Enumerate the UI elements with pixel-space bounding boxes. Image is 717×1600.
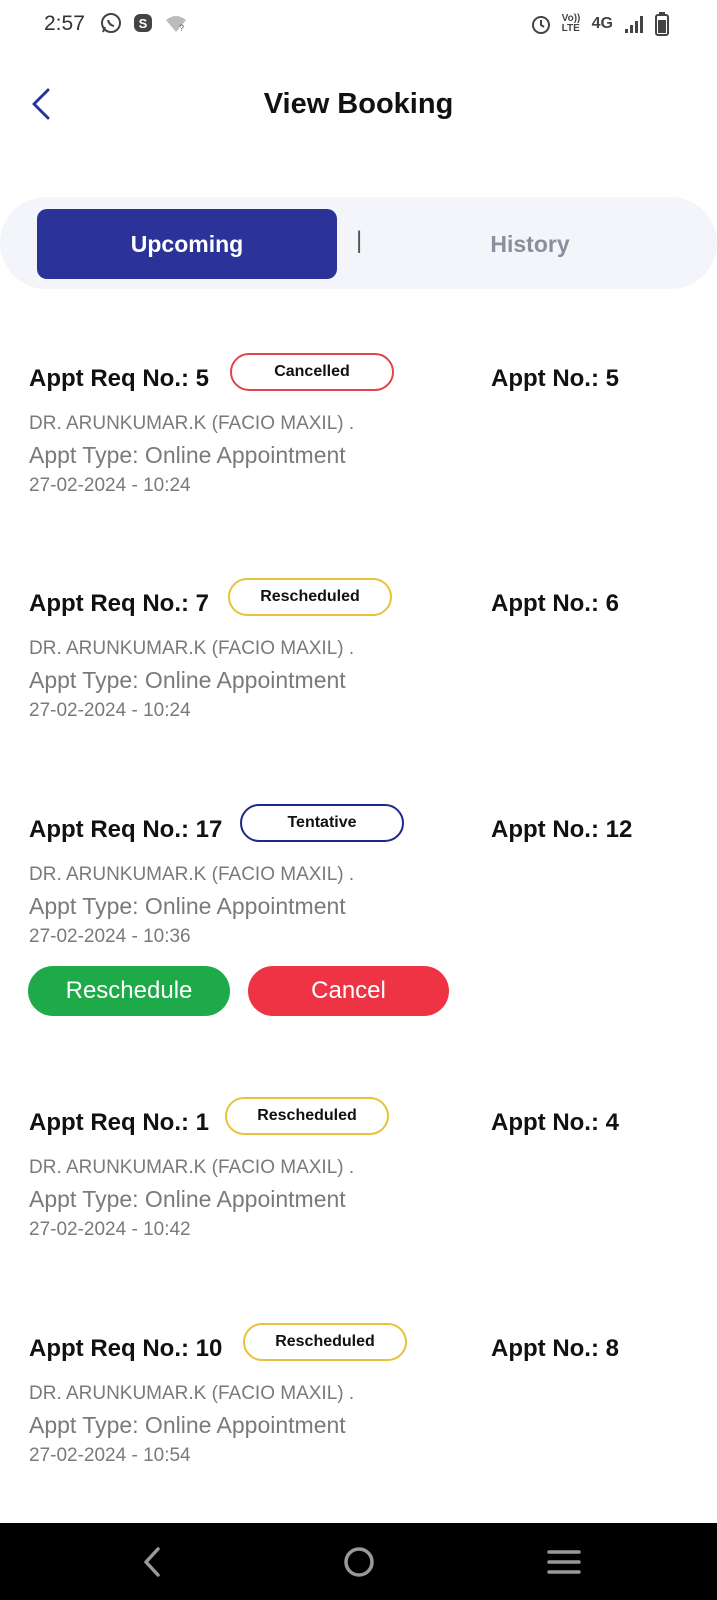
doctor-name: DR. ARUNKUMAR.K (FACIO MAXIL) . — [29, 1157, 355, 1178]
svg-text:?: ? — [179, 23, 184, 33]
appt-no: Appt No.: 6 — [491, 590, 619, 617]
status-badge: Rescheduled — [228, 578, 392, 616]
battery-icon — [655, 12, 669, 36]
status-time: 2:57 — [44, 12, 85, 35]
doctor-name: DR. ARUNKUMAR.K (FACIO MAXIL) . — [29, 1383, 355, 1404]
doctor-name: DR. ARUNKUMAR.K (FACIO MAXIL) . — [29, 413, 355, 434]
cancel-button[interactable]: Cancel — [248, 966, 449, 1016]
nav-back-icon[interactable] — [130, 1539, 176, 1585]
nav-menu-icon[interactable] — [541, 1539, 587, 1585]
status-badge: Tentative — [240, 804, 404, 842]
status-badge: Rescheduled — [225, 1097, 389, 1135]
appt-datetime: 27-02-2024 - 10:42 — [29, 1219, 191, 1240]
appt-type: Appt Type: Online Appointment — [29, 667, 346, 693]
appt-type: Appt Type: Online Appointment — [29, 1186, 346, 1212]
tab-upcoming[interactable]: Upcoming — [37, 209, 337, 279]
whatsapp-icon — [101, 13, 121, 33]
skype-icon: S — [134, 14, 152, 32]
wifi-icon: ? — [166, 16, 186, 33]
appt-type: Appt Type: Online Appointment — [29, 893, 346, 919]
network-label: 4G — [591, 15, 613, 32]
appt-datetime: 27-02-2024 - 10:54 — [29, 1445, 191, 1466]
appt-req-no: Appt Req No.: 10 — [29, 1335, 223, 1362]
signal-icon — [625, 16, 643, 33]
doctor-name: DR. ARUNKUMAR.K (FACIO MAXIL) . — [29, 864, 355, 885]
appt-no: Appt No.: 8 — [491, 1335, 619, 1362]
appt-req-no: Appt Req No.: 5 — [29, 365, 209, 392]
page-title: View Booking — [263, 88, 454, 120]
volte-label: Vo)) LTE — [561, 13, 581, 34]
tab-divider: | — [356, 227, 363, 254]
appt-datetime: 27-02-2024 - 10:24 — [29, 475, 191, 496]
appt-type: Appt Type: Online Appointment — [29, 442, 346, 468]
tab-history[interactable]: History — [380, 209, 680, 279]
nav-home-icon[interactable] — [336, 1539, 382, 1585]
header: View Booking — [0, 70, 717, 140]
status-badge: Cancelled — [230, 353, 394, 391]
doctor-name: DR. ARUNKUMAR.K (FACIO MAXIL) . — [29, 638, 355, 659]
status-right-icons: Vo)) LTE 4G — [530, 12, 669, 36]
svg-text:S: S — [139, 16, 148, 31]
status-bar: 2:57 S ? Vo)) LTE 4G — [0, 0, 717, 52]
appt-no: Appt No.: 12 — [491, 816, 633, 843]
status-badge: Rescheduled — [243, 1323, 407, 1361]
appt-no: Appt No.: 4 — [491, 1109, 619, 1136]
appt-req-no: Appt Req No.: 1 — [29, 1109, 209, 1136]
appt-datetime: 27-02-2024 - 10:24 — [29, 700, 191, 721]
reschedule-button[interactable]: Reschedule — [28, 966, 230, 1016]
appt-no: Appt No.: 5 — [491, 365, 619, 392]
alarm-icon — [531, 16, 550, 34]
appt-datetime: 27-02-2024 - 10:36 — [29, 926, 191, 947]
tab-bar: Upcoming | History — [0, 197, 717, 289]
status-left-icons: S ? — [100, 12, 188, 34]
appt-type: Appt Type: Online Appointment — [29, 1412, 346, 1438]
appt-req-no: Appt Req No.: 17 — [29, 816, 223, 843]
appt-req-no: Appt Req No.: 7 — [29, 590, 209, 617]
system-nav-bar — [0, 1523, 717, 1600]
